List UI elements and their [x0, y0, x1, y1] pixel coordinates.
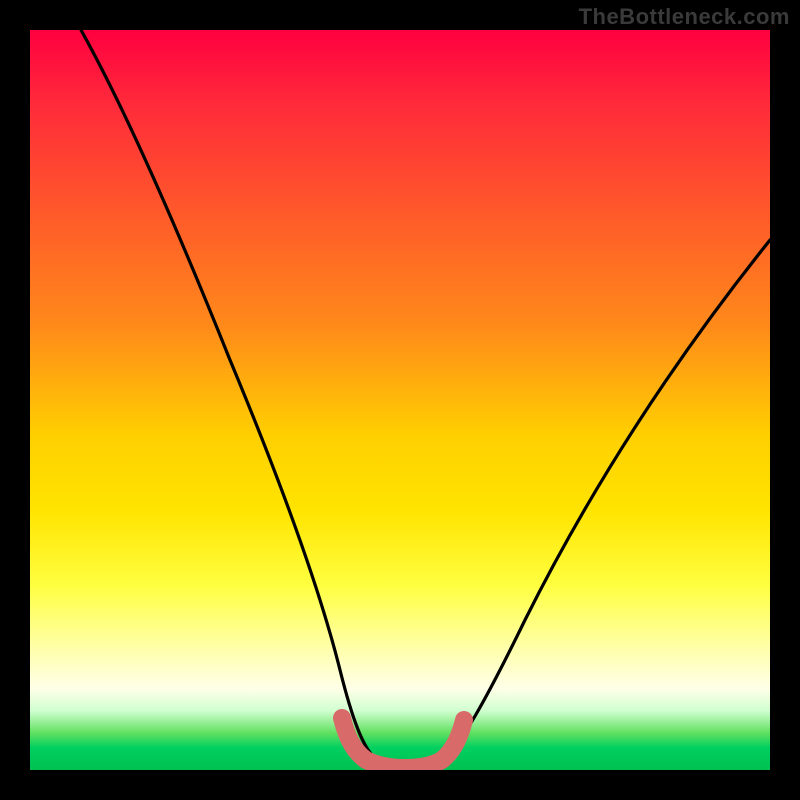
chart-frame: TheBottleneck.com — [0, 0, 800, 800]
watermark-text: TheBottleneck.com — [579, 4, 790, 30]
bottleneck-curve — [81, 30, 770, 766]
plot-area — [30, 30, 770, 770]
sweet-spot-band — [342, 718, 464, 768]
curves-layer — [30, 30, 770, 770]
